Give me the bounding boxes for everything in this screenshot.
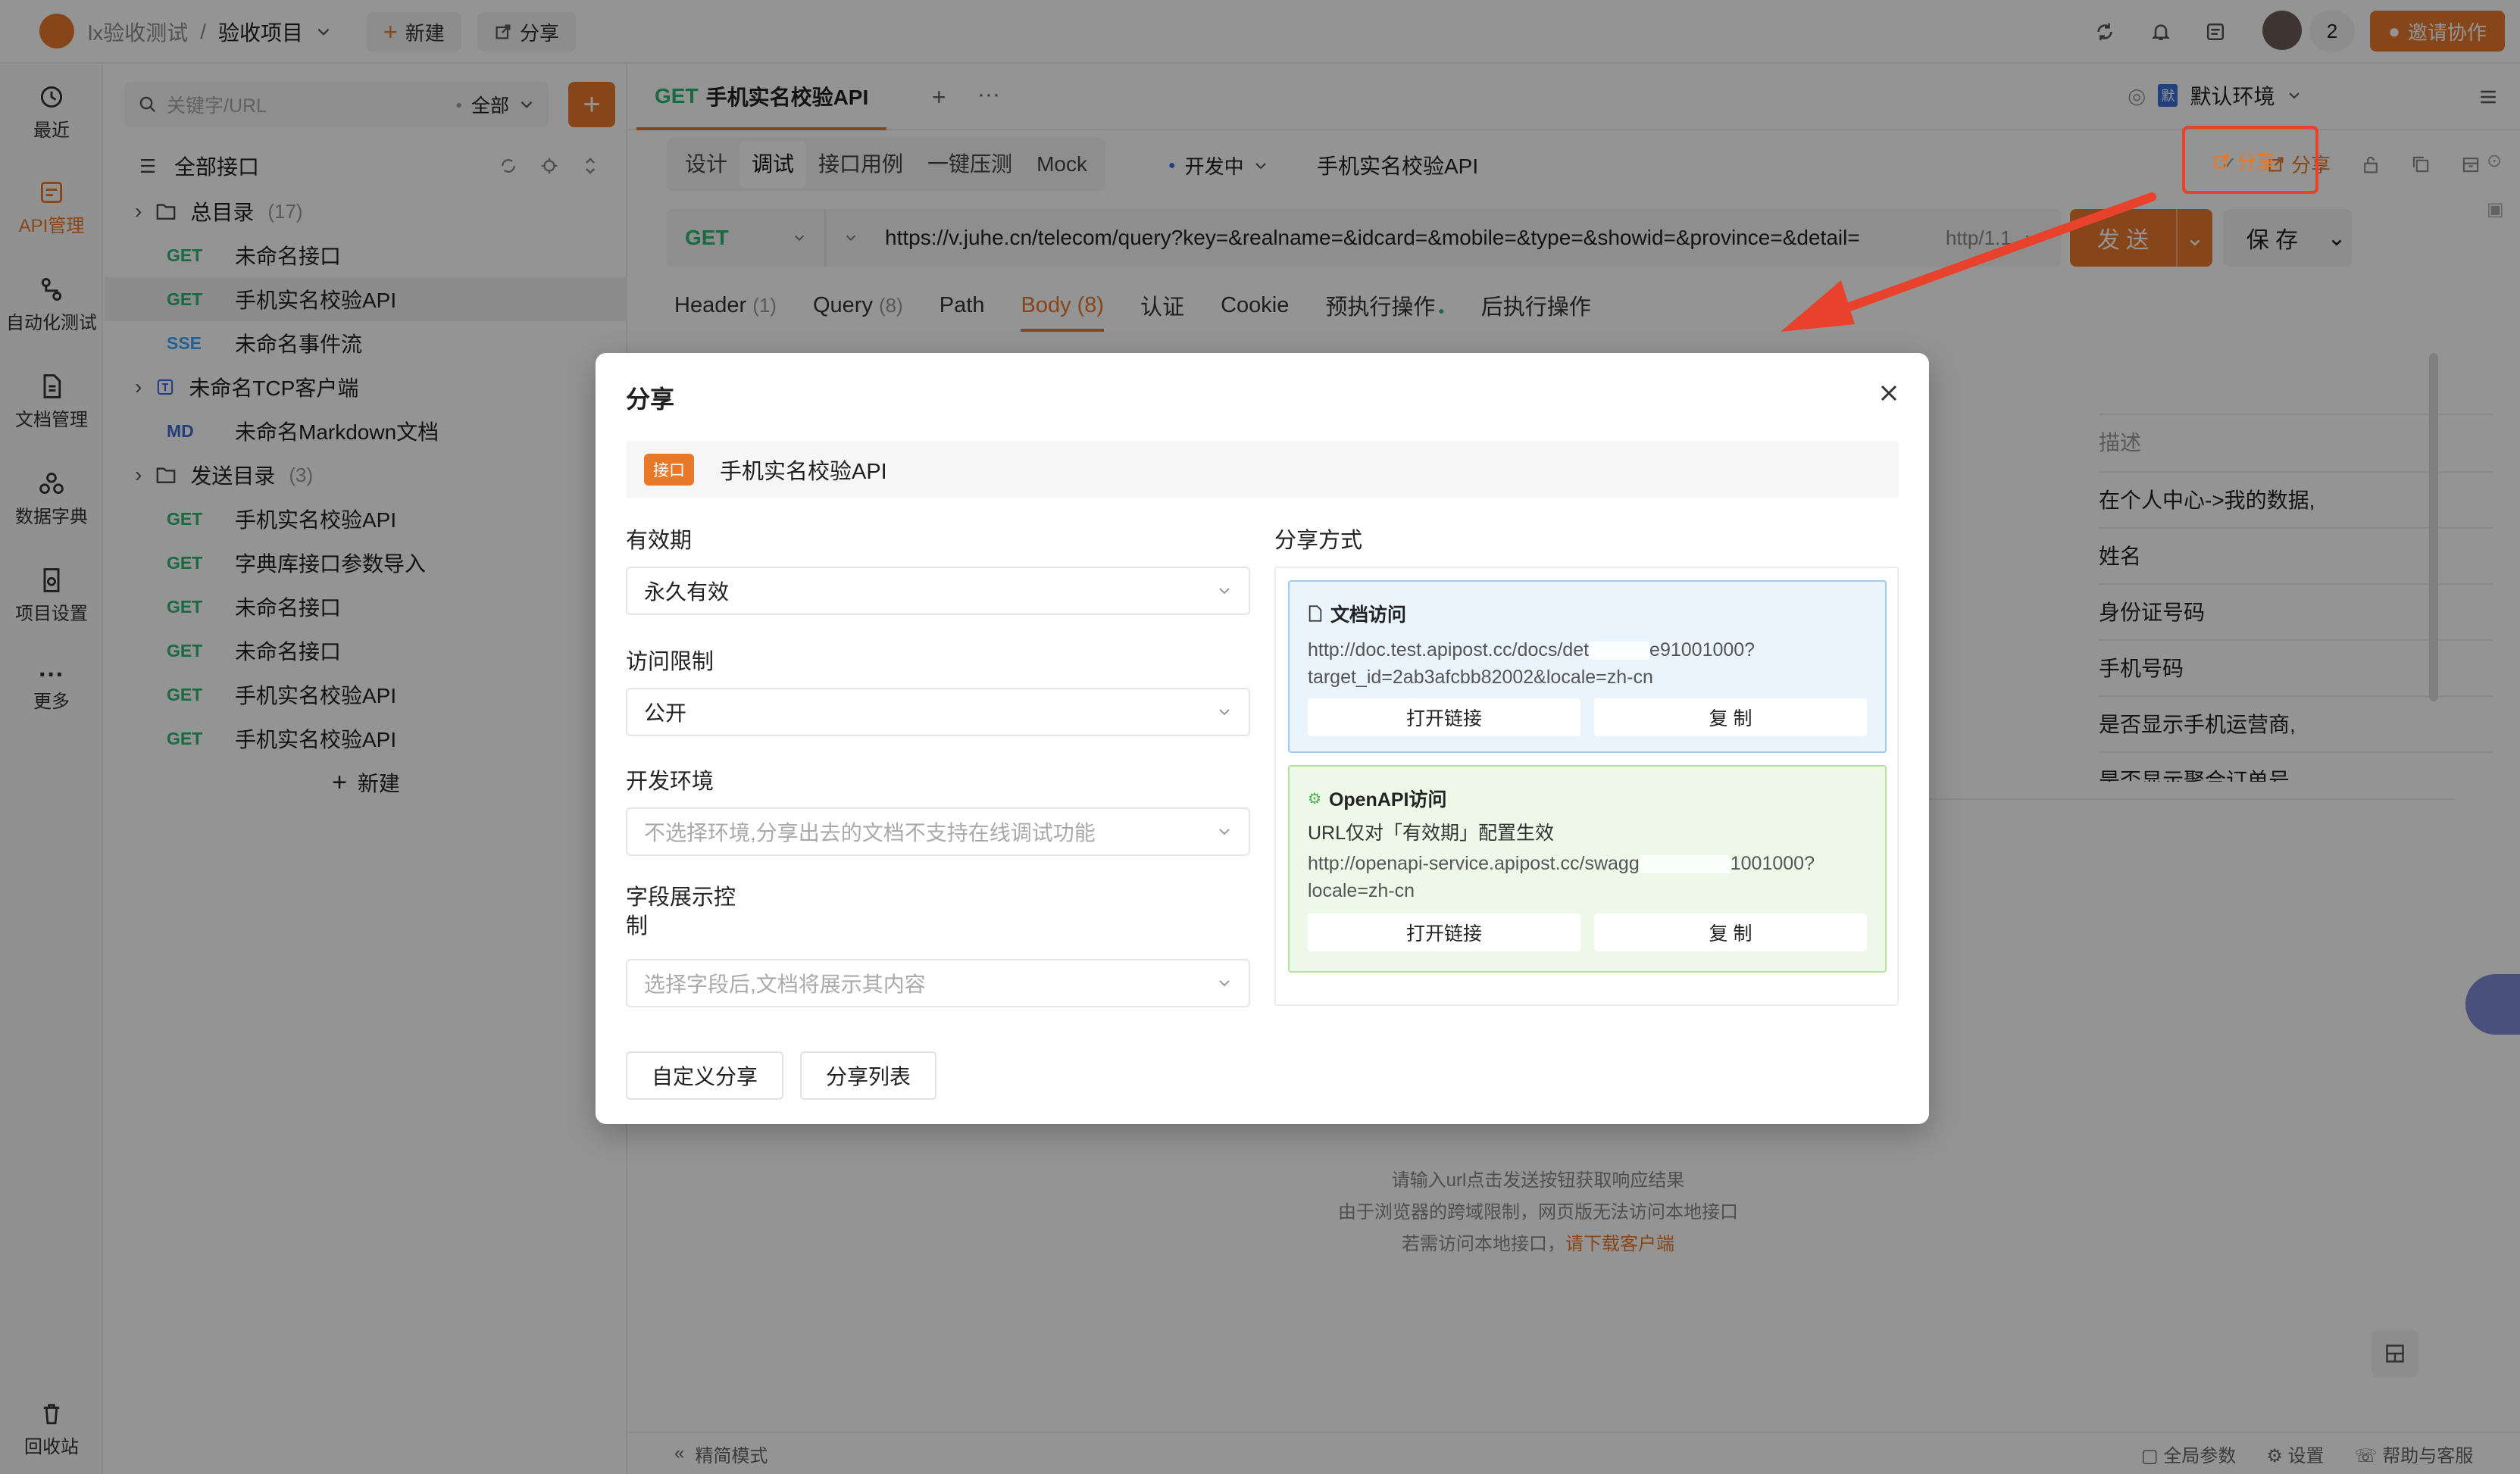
access-value: 公开 — [644, 701, 687, 725]
api-summary: 接口 手机实名校验API — [626, 441, 1899, 498]
doc-copy-button[interactable]: 复 制 — [1594, 698, 1867, 736]
redaction — [1589, 642, 1650, 660]
redaction — [1639, 855, 1731, 874]
chevron-down-icon — [1219, 980, 1230, 987]
openapi-access-title: ⚙ OpenAPI访问 — [1308, 789, 1447, 810]
api-summary-name: 手机实名校验API — [720, 460, 887, 484]
openapi-actions: 打开链接 复 制 — [1308, 913, 1867, 951]
share-icon — [2214, 154, 2229, 168]
openapi-access-card: ⚙ OpenAPI访问 URL仅对「有效期」配置生效 http://openap… — [1288, 765, 1887, 973]
validity-label: 有效期 — [626, 529, 693, 553]
openapi-url[interactable]: http://openapi-service.apipost.cc/swagg 1… — [1308, 850, 1867, 904]
doc-access-card: 文档访问 http://doc.test.apipost.cc/docs/det… — [1288, 580, 1887, 753]
dialog-title: 分享 — [626, 386, 675, 413]
close-icon[interactable] — [1877, 382, 1900, 404]
env-dialog-select[interactable]: 不选择环境,分享出去的文档不支持在线调试功能 — [626, 807, 1250, 856]
share-highlight-label: 分享 — [2237, 151, 2277, 173]
validity-select[interactable]: 永久有效 — [626, 567, 1250, 615]
field-select[interactable]: 选择字段后,文档将展示其内容 — [626, 959, 1250, 1007]
chevron-down-icon — [1219, 829, 1230, 835]
type-badge: 接口 — [644, 454, 694, 486]
share-method-panel: 文档访问 http://doc.test.apipost.cc/docs/det… — [1274, 567, 1899, 1006]
doc-actions: 打开链接 复 制 — [1308, 698, 1867, 736]
field-control-label: 字段展示控制 — [626, 885, 736, 938]
chevron-down-icon — [1219, 588, 1230, 595]
doc-url[interactable]: http://doc.test.apipost.cc/docs/det e9100… — [1308, 636, 1867, 691]
env-placeholder: 不选择环境,分享出去的文档不支持在线调试功能 — [644, 821, 1096, 845]
share-api-highlight[interactable]: 分享 — [2212, 147, 2276, 175]
openapi-icon: ⚙ — [1308, 790, 1321, 807]
doc-access-title: 文档访问 — [1308, 600, 1867, 627]
annotation-arrow-icon — [1781, 192, 2156, 332]
share-method-label: 分享方式 — [1274, 529, 1363, 553]
share-list-button[interactable]: 分享列表 — [800, 1051, 937, 1100]
validity-value: 永久有效 — [644, 580, 730, 604]
share-dialog: 分享 接口 手机实名校验API 有效期 永久有效 访问限制 公开 开发环境 不选… — [596, 353, 1929, 1124]
doc-open-link-button[interactable]: 打开链接 — [1308, 698, 1580, 736]
custom-share-button[interactable]: 自定义分享 — [626, 1051, 784, 1100]
document-icon — [1308, 605, 1322, 622]
openapi-note: URL仅对「有效期」配置生效 — [1308, 823, 1555, 844]
field-placeholder: 选择字段后,文档将展示其内容 — [644, 973, 926, 996]
access-label: 访问限制 — [626, 650, 714, 674]
chevron-down-icon — [1219, 709, 1230, 716]
access-select[interactable]: 公开 — [626, 688, 1250, 736]
openapi-open-link-button[interactable]: 打开链接 — [1308, 913, 1580, 951]
openapi-copy-button[interactable]: 复 制 — [1594, 913, 1867, 951]
env-label: 开发环境 — [626, 770, 714, 794]
